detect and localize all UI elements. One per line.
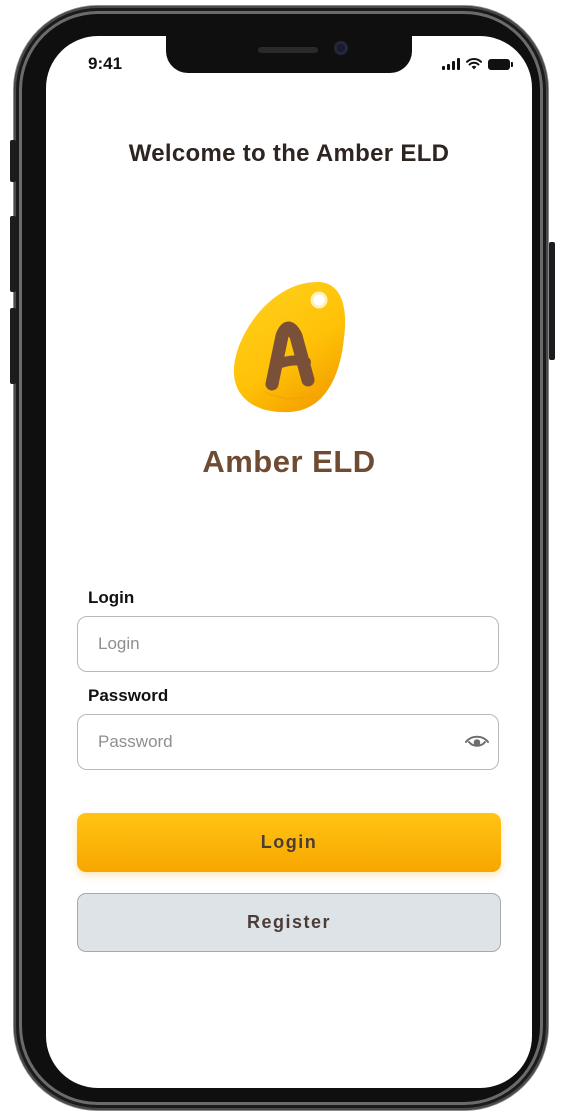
eye-icon[interactable] bbox=[464, 733, 490, 751]
app-screen: 9:41 Welcome to the Amber ELD A Amber EL… bbox=[46, 36, 532, 1088]
volume-down-button bbox=[10, 308, 16, 384]
wifi-icon bbox=[466, 57, 482, 70]
signal-icon bbox=[442, 58, 460, 70]
password-input[interactable] bbox=[77, 714, 499, 770]
power-button bbox=[549, 242, 555, 360]
notch bbox=[166, 36, 412, 73]
login-label: Login bbox=[88, 588, 135, 607]
password-label: Password bbox=[88, 686, 169, 705]
speaker bbox=[258, 47, 318, 53]
login-button[interactable]: Login bbox=[77, 813, 501, 872]
status-icons bbox=[442, 56, 513, 70]
welcome-title: Welcome to the Amber ELD bbox=[128, 140, 450, 167]
brand-name: Amber ELD bbox=[202, 444, 376, 479]
volume-up-button bbox=[10, 216, 16, 292]
status-time: 9:41 bbox=[88, 54, 123, 73]
register-button[interactable]: Register bbox=[77, 893, 501, 952]
silent-switch bbox=[10, 140, 16, 182]
amber-logo-icon bbox=[233, 281, 346, 413]
battery-icon bbox=[488, 59, 513, 70]
login-input[interactable] bbox=[77, 616, 499, 672]
camera bbox=[334, 41, 348, 55]
